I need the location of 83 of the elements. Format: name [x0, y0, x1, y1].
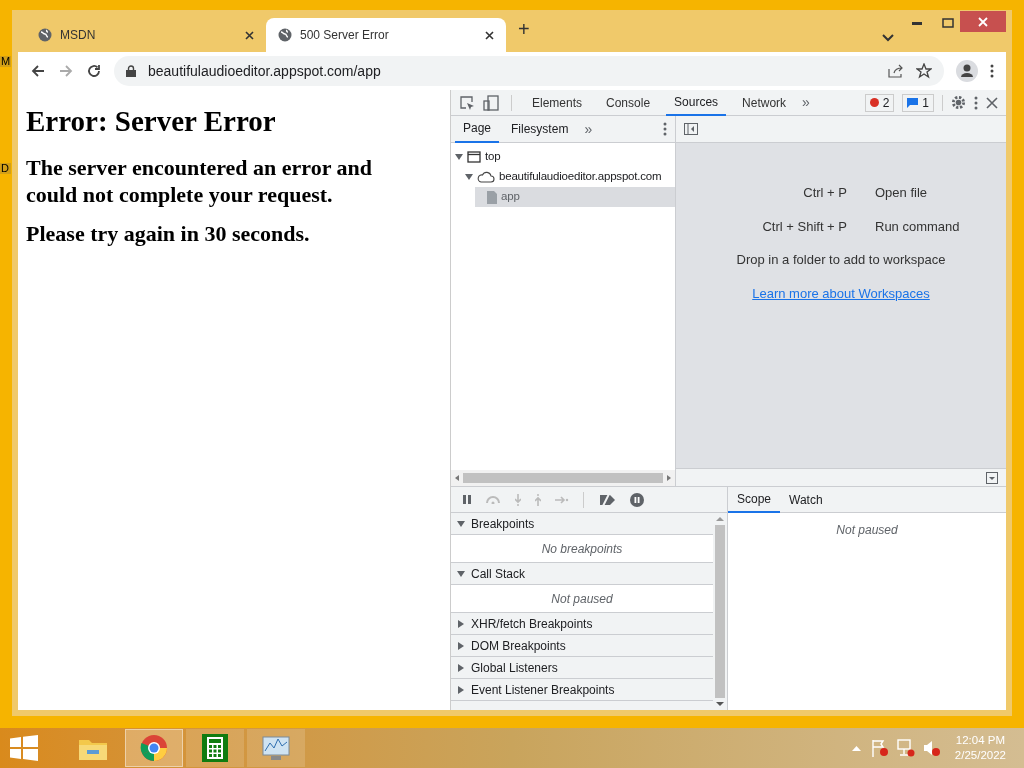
shortcut-action: Open file [875, 184, 929, 202]
maximize-icon[interactable] [942, 18, 954, 28]
settings-icon[interactable] [951, 95, 966, 110]
desktop-icon-label: M [0, 56, 12, 67]
back-icon[interactable] [30, 63, 46, 79]
file-icon [487, 190, 497, 204]
frame-icon [467, 151, 481, 163]
close-tab-icon[interactable] [485, 30, 494, 40]
address-bar[interactable]: beautifulaudioeditor.appspot.com/app [114, 56, 944, 86]
expand-arrow-icon[interactable] [457, 569, 465, 578]
inspect-icon[interactable] [459, 94, 475, 111]
menu-icon[interactable] [990, 64, 994, 78]
empty-message: No breakpoints [541, 540, 623, 558]
lock-icon [126, 65, 136, 77]
globe-icon [38, 28, 52, 42]
expand-arrow-icon[interactable] [457, 619, 465, 628]
error-message: The server encountered an error and could not complete your request. [26, 153, 374, 208]
chrome-icon [140, 734, 168, 762]
devtools-tab[interactable]: Console [598, 89, 659, 116]
close-tab-icon[interactable] [245, 30, 254, 40]
close-icon[interactable] [986, 96, 998, 109]
tab-search-icon[interactable] [882, 34, 894, 42]
star-icon[interactable] [916, 63, 932, 79]
tree-item[interactable]: beautifulaudioeditor.appspot.com [465, 167, 675, 187]
pause-icon[interactable] [463, 495, 471, 504]
more-options-icon[interactable] [974, 95, 978, 110]
flag-icon[interactable] [870, 739, 889, 757]
windows-logo-icon[interactable] [10, 735, 38, 761]
network-icon[interactable] [896, 739, 915, 757]
message-count-button[interactable]: 1 [902, 93, 934, 112]
browser-tab[interactable]: 500 Server Error [266, 18, 506, 52]
shortcut-keys: Ctrl + Shift + P [697, 216, 847, 236]
desktop-icon-label: D [0, 163, 12, 174]
workspace-hint: Drop in a folder to add to workspace [736, 251, 946, 269]
tree-item[interactable]: app [475, 187, 675, 207]
navigator-tab[interactable]: Filesystem [503, 115, 577, 143]
reload-icon[interactable] [86, 63, 102, 79]
sidebar-tab[interactable]: Watch [780, 486, 832, 513]
device-icon[interactable] [483, 94, 499, 111]
new-tab-button[interactable]: + [518, 14, 530, 44]
message-icon [907, 97, 919, 108]
shortcut-action: Run command [875, 217, 961, 236]
close-icon [978, 16, 988, 27]
toggle-drawer-icon[interactable] [986, 471, 998, 484]
share-icon[interactable] [888, 64, 904, 78]
expand-arrow-icon[interactable] [457, 685, 465, 694]
navigator-tab[interactable]: Page [455, 115, 500, 143]
monitor-icon [261, 735, 291, 761]
pause-on-exceptions-icon[interactable] [630, 492, 644, 507]
shortcut-keys: Ctrl + P [697, 183, 847, 203]
calculator-icon [202, 734, 228, 762]
close-window-button[interactable] [960, 11, 1006, 32]
speaker-muted-icon[interactable] [922, 739, 941, 757]
browser-tab[interactable]: MSDN [26, 18, 266, 52]
empty-message: Not paused [551, 590, 613, 608]
expand-arrow-icon[interactable] [457, 663, 465, 672]
expand-arrow-icon[interactable] [457, 641, 465, 650]
sidebar-toggle-icon[interactable] [684, 123, 698, 135]
error-message: Please try again in 30 seconds. [26, 219, 311, 247]
error-count-button[interactable]: 2 [864, 93, 895, 112]
globe-icon [278, 28, 292, 42]
error-icon [869, 98, 879, 107]
horizontal-scrollbar[interactable] [451, 470, 675, 486]
workspace-link[interactable]: Learn more about Workspaces [752, 283, 930, 303]
more-tabs-button[interactable]: » [802, 92, 810, 113]
taskbar-app[interactable] [125, 729, 183, 767]
taskbar-app[interactable] [186, 729, 244, 767]
taskbar-app[interactable] [247, 729, 305, 767]
devtools-tab[interactable]: Network [734, 89, 795, 116]
deactivate-breakpoints-icon[interactable] [598, 493, 616, 506]
devtools-tab[interactable]: Elements [524, 89, 591, 116]
sidebar-tab[interactable]: Scope [728, 486, 781, 513]
expand-arrow-icon[interactable] [457, 519, 465, 528]
cloud-icon [477, 171, 495, 183]
expand-arrow-icon[interactable] [465, 173, 473, 181]
tree-item[interactable]: top [455, 147, 675, 167]
expand-arrow-icon[interactable] [455, 153, 463, 161]
profile-icon[interactable] [956, 60, 978, 82]
minimize-icon[interactable] [912, 22, 922, 26]
empty-message: Not paused [836, 522, 898, 539]
more-tabs-button[interactable]: » [584, 118, 593, 140]
error-heading: Error: Server Error [26, 104, 277, 139]
more-options-icon[interactable] [663, 122, 667, 136]
